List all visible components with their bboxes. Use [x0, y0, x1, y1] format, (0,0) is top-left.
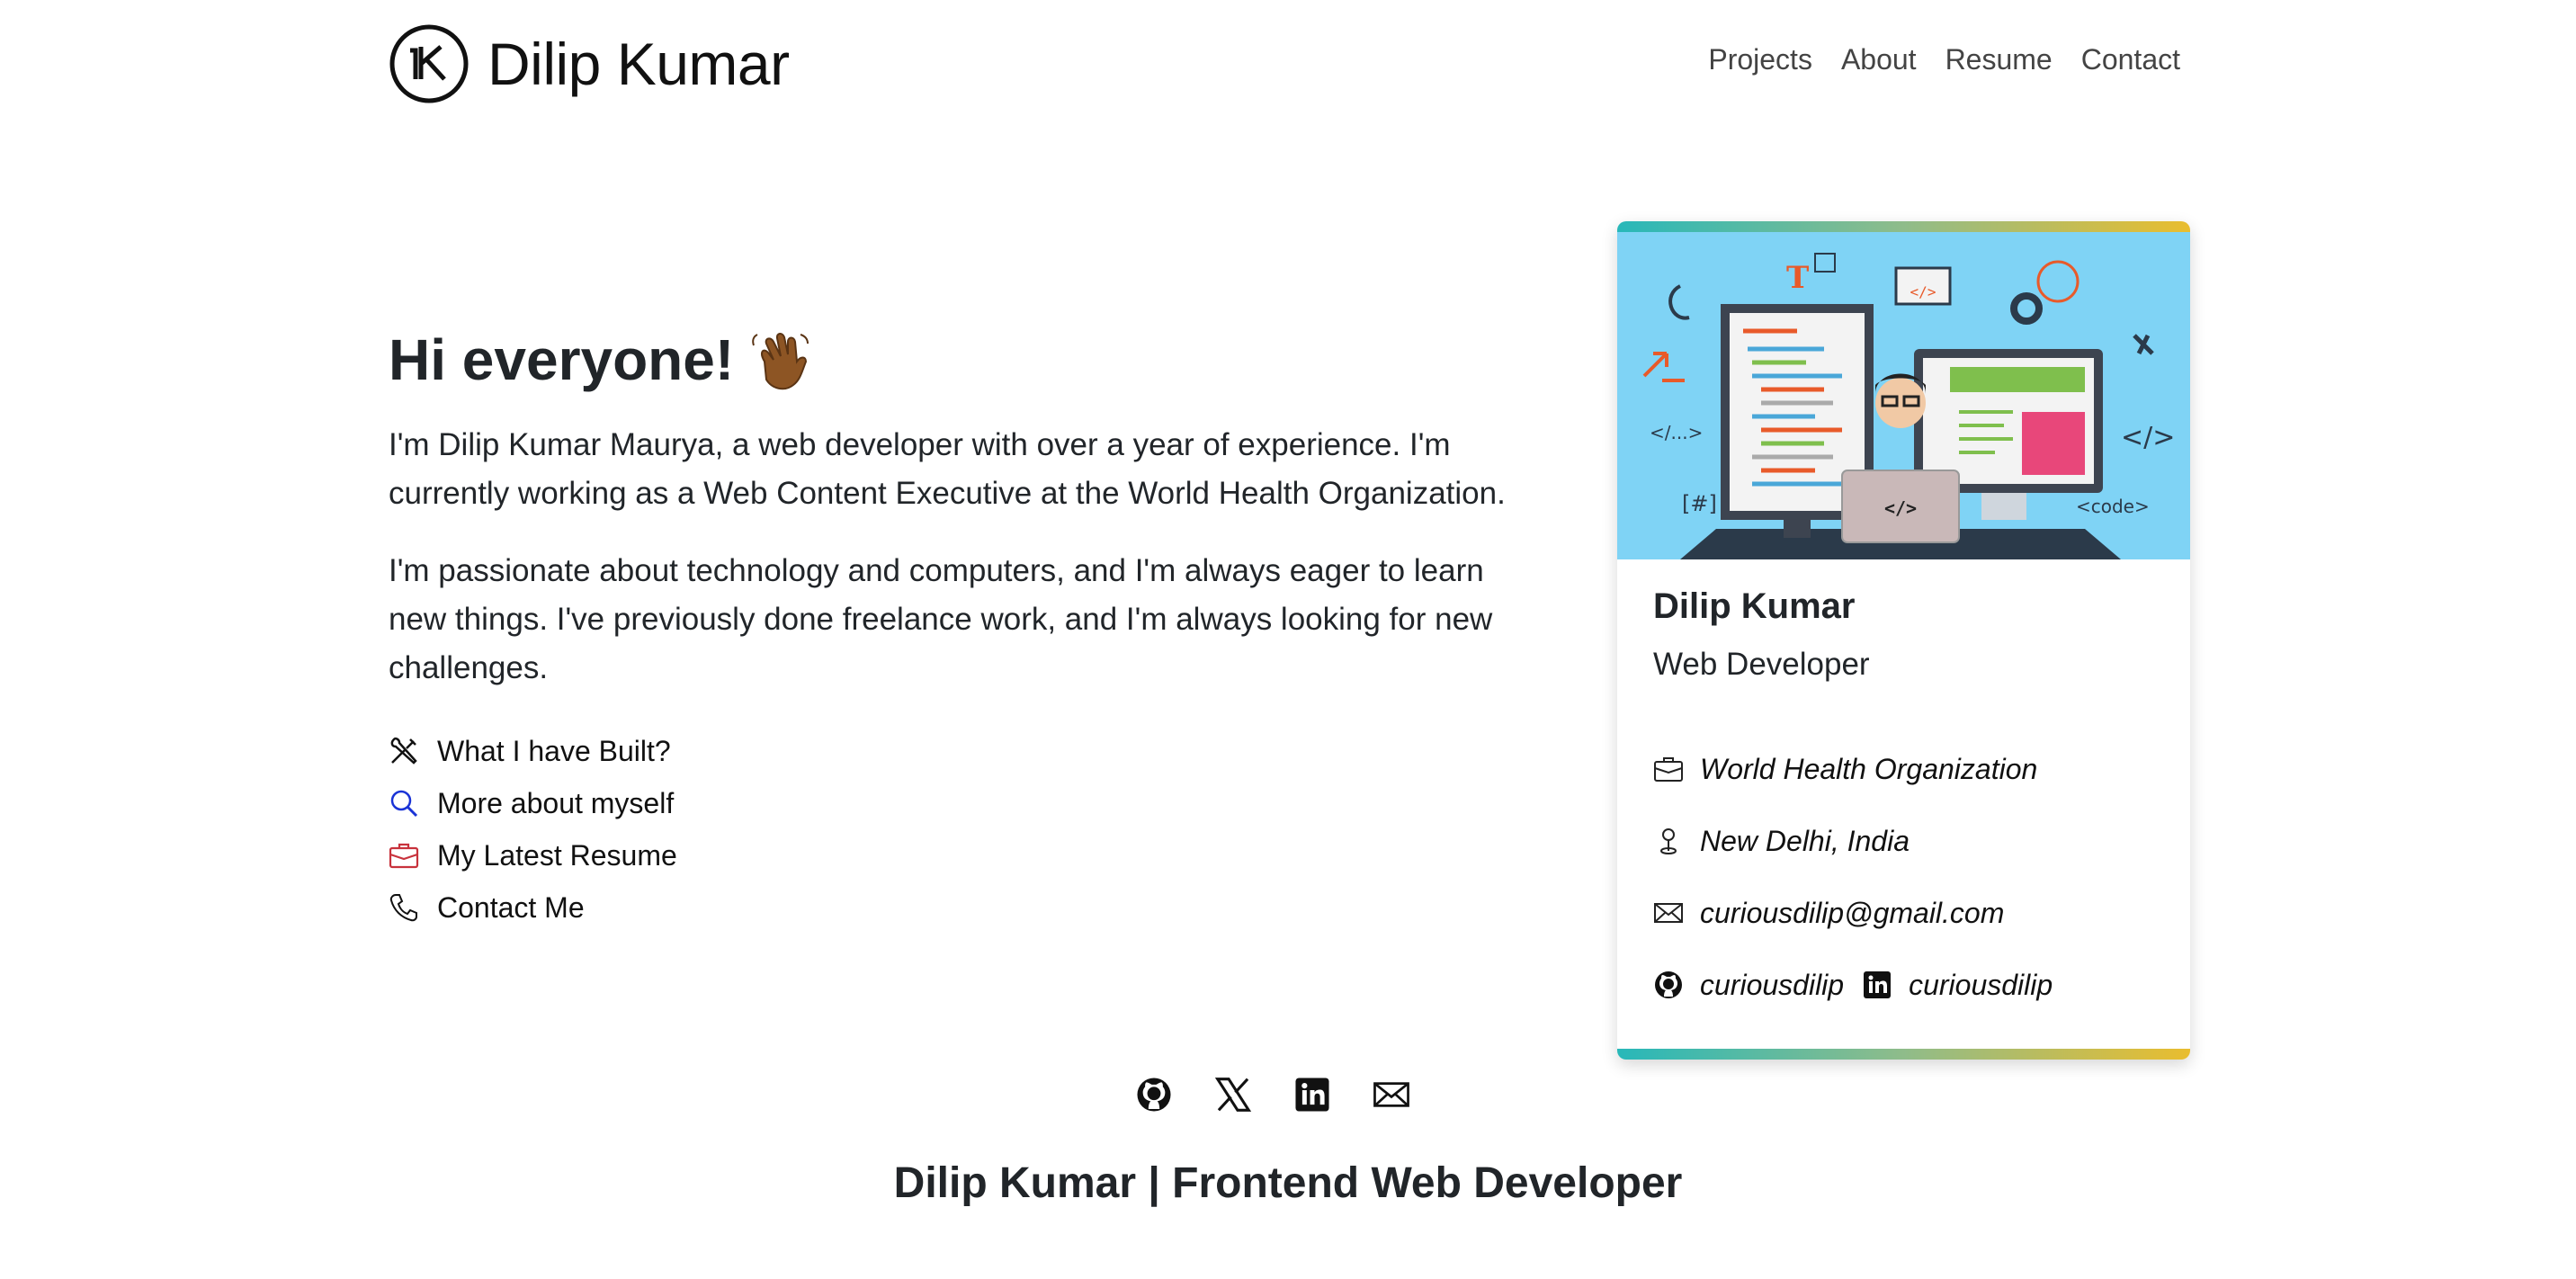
info-email[interactable]: curiousdilip@gmail.com [1653, 877, 2163, 949]
info-social: curiousdilip curiousdilip [1653, 949, 2163, 1021]
hero-tag-2: [#] [1682, 491, 1717, 516]
github-icon[interactable] [1653, 970, 1684, 1000]
phone-icon [389, 894, 417, 922]
quick-links: What I have Built? More about myself My … [389, 725, 1540, 934]
organization-text: World Health Organization [1700, 752, 2038, 785]
linkedin-icon[interactable] [1862, 970, 1892, 1000]
tools-icon [390, 737, 417, 765]
info-location: New Delhi, India [1653, 805, 2163, 877]
profile-card: </> </...> [#] </> <code> T </> Dilip Ku… [1617, 221, 2190, 1060]
linkedin-link[interactable]: curiousdilip [1909, 969, 2053, 1002]
card-name: Dilip Kumar [1653, 586, 1856, 626]
link-more-about-myself[interactable]: More about myself [389, 777, 1540, 829]
footer-title: Dilip Kumar | Frontend Web Developer [893, 1159, 1683, 1207]
link-contact-me[interactable]: Contact Me [389, 881, 1540, 934]
hero-laptop-label: </> [1884, 497, 1917, 519]
github-link[interactable]: curiousdilip [1700, 969, 1844, 1002]
link-label: What I have Built? [437, 734, 671, 767]
main-nav: Projects About Resume Contact [1708, 43, 2180, 76]
dk-logo-icon [389, 24, 469, 103]
x-icon[interactable] [1214, 1076, 1252, 1114]
waving-hand-icon [752, 333, 809, 390]
link-my-latest-resume[interactable]: My Latest Resume [389, 829, 1540, 881]
hero-tag-3: </> [2121, 422, 2175, 453]
hero-tag-5: </> [1910, 283, 1936, 300]
mail-icon [1654, 903, 1683, 923]
nav-about[interactable]: About [1841, 43, 1917, 76]
briefcase-icon [389, 843, 419, 869]
location-text: New Delhi, India [1700, 824, 1910, 857]
footer-social-icons [1135, 1076, 1410, 1114]
hero-tag-4: <code> [2076, 496, 2150, 517]
github-icon[interactable] [1135, 1076, 1173, 1114]
card-hero-illustration: </> </...> [#] </> <code> T </> [1617, 232, 2190, 559]
card-role: Web Developer [1653, 647, 1870, 682]
page: Dilip Kumar Projects About Resume Contac… [0, 0, 2576, 1279]
link-label: More about myself [437, 786, 675, 819]
briefcase-icon [1654, 757, 1683, 782]
hero-letter-t: T [1786, 260, 1809, 296]
intro-section: Hi everyone! I'm Dilip Kumar Maurya, a w… [389, 324, 1540, 934]
site-header: Dilip Kumar Projects About Resume Contac… [0, 0, 2576, 126]
card-gradient-bar-top [1617, 221, 2190, 232]
card-body: Dilip Kumar Web Developer World Health O… [1653, 586, 2163, 1021]
nav-contact[interactable]: Contact [2081, 43, 2180, 76]
pin-icon [1659, 828, 1677, 854]
greeting-text: Hi everyone! [389, 327, 735, 392]
info-organization: World Health Organization [1653, 733, 2163, 805]
search-icon [390, 790, 418, 818]
mail-icon[interactable] [1373, 1076, 1410, 1114]
linkedin-icon[interactable] [1293, 1076, 1331, 1114]
brand-name: Dilip Kumar [487, 31, 790, 97]
email-link[interactable]: curiousdilip@gmail.com [1700, 897, 2004, 930]
card-gradient-bar-bottom [1617, 1049, 2190, 1060]
link-what-i-have-built[interactable]: What I have Built? [389, 725, 1540, 777]
developer-illustration: </> </...> [#] </> <code> T </> [1642, 253, 2175, 559]
link-label: Contact Me [437, 890, 585, 924]
card-info-list: World Health Organization New Delhi, Ind… [1653, 733, 2163, 1021]
hero-tag-1: </...> [1650, 422, 1703, 443]
nav-projects[interactable]: Projects [1708, 43, 1812, 76]
nav-resume[interactable]: Resume [1945, 43, 2053, 76]
link-label: My Latest Resume [437, 838, 677, 872]
intro-paragraph-2: I'm passionate about technology and comp… [389, 553, 1493, 685]
brand[interactable]: Dilip Kumar [389, 23, 790, 104]
greeting-heading: Hi everyone! [389, 324, 1540, 396]
intro-paragraph-1: I'm Dilip Kumar Maurya, a web developer … [389, 427, 1506, 511]
